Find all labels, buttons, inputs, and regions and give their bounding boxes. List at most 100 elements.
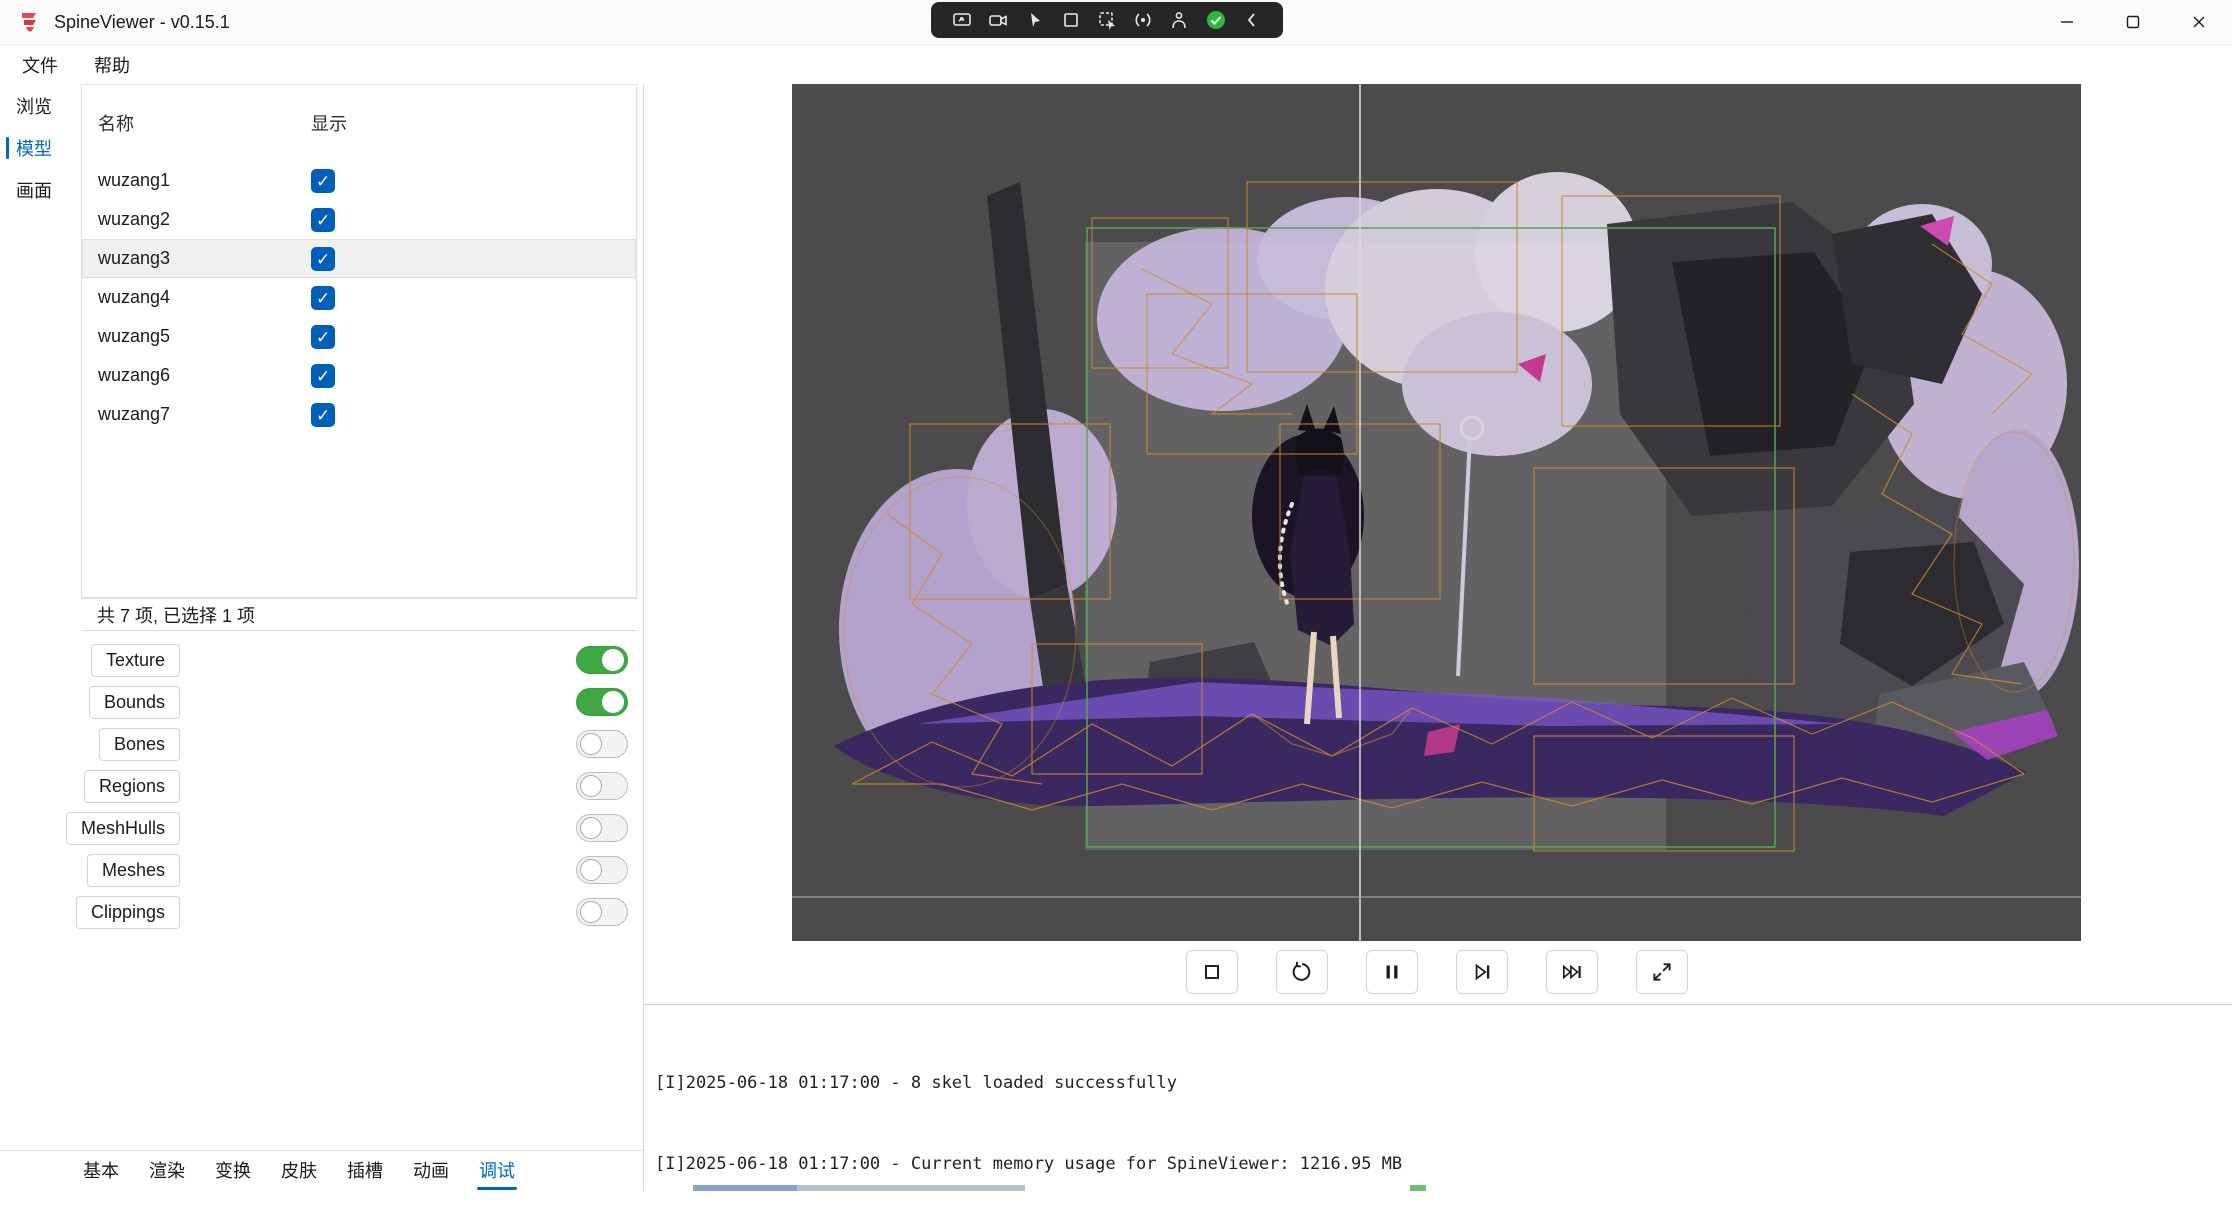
- toggle-label-bounds: Bounds: [89, 686, 180, 719]
- toggle-label-regions: Regions: [84, 770, 180, 803]
- texture-toggle[interactable]: [576, 646, 628, 674]
- visibility-checkbox[interactable]: [311, 364, 335, 388]
- column-header-name: 名称: [82, 110, 311, 136]
- meshhulls-toggle[interactable]: [576, 814, 628, 842]
- table-row[interactable]: wuzang6: [82, 356, 636, 395]
- side-nav: 浏览 模型 画面: [0, 85, 68, 211]
- visibility-checkbox[interactable]: [311, 325, 335, 349]
- toggle-label-bones: Bones: [99, 728, 180, 761]
- menu-help[interactable]: 帮助: [80, 46, 144, 84]
- table-row[interactable]: wuzang5: [82, 317, 636, 356]
- tab-transform[interactable]: 变换: [200, 1151, 266, 1192]
- cursor-icon[interactable]: [1022, 7, 1048, 33]
- accessibility-icon[interactable]: [1166, 7, 1192, 33]
- minimize-button[interactable]: [2034, 0, 2100, 44]
- toggle-row: MeshHulls: [0, 807, 643, 849]
- model-list-panel: 名称 显示 wuzang1 wuzang2 wuzang3 wuzang4 wu…: [81, 84, 637, 598]
- nav-item-screen[interactable]: 画面: [0, 169, 68, 211]
- clippings-toggle[interactable]: [576, 898, 628, 926]
- spine-render: [792, 84, 2081, 941]
- model-name: wuzang1: [82, 170, 311, 191]
- nav-item-label: 模型: [16, 135, 52, 161]
- tab-animation[interactable]: 动画: [398, 1151, 464, 1192]
- bones-toggle[interactable]: [576, 730, 628, 758]
- model-name: wuzang4: [82, 287, 311, 308]
- taskbar-peek: [797, 1185, 1025, 1191]
- visibility-checkbox[interactable]: [311, 286, 335, 310]
- preview-canvas[interactable]: [792, 84, 2081, 941]
- table-row[interactable]: wuzang4: [82, 278, 636, 317]
- visibility-checkbox[interactable]: [311, 403, 335, 427]
- tab-skin[interactable]: 皮肤: [266, 1151, 332, 1192]
- chevron-left-icon[interactable]: [1239, 7, 1265, 33]
- click-indicator-icon[interactable]: [1130, 7, 1156, 33]
- toggle-row: Bones: [0, 723, 643, 765]
- tab-slot[interactable]: 插槽: [332, 1151, 398, 1192]
- frame-icon[interactable]: [1058, 7, 1084, 33]
- selection-status: 共 7 项, 已选择 1 项: [81, 598, 637, 631]
- property-tabbar: 基本 渲染 变换 皮肤 插槽 动画 调试: [0, 1150, 643, 1191]
- log-divider: [644, 1004, 2232, 1005]
- capture-toolbar[interactable]: [931, 2, 1283, 38]
- column-header-visible: 显示: [311, 110, 347, 136]
- toggle-row: Texture: [0, 639, 643, 681]
- maximize-button[interactable]: [2100, 0, 2166, 44]
- toggle-label-clippings: Clippings: [76, 896, 180, 929]
- table-row[interactable]: wuzang3: [82, 239, 636, 278]
- fullscreen-button[interactable]: [1636, 950, 1688, 994]
- model-list-header: 名称 显示: [82, 85, 636, 161]
- pause-icon: [1380, 960, 1404, 984]
- log-line: [I]2025-06-18 01:17:00 - Current memory …: [655, 1151, 2215, 1178]
- reset-button[interactable]: [1276, 950, 1328, 994]
- toggle-row: Regions: [0, 765, 643, 807]
- model-name: wuzang7: [82, 404, 311, 425]
- tab-basic[interactable]: 基本: [68, 1151, 134, 1192]
- table-row[interactable]: wuzang2: [82, 200, 636, 239]
- app-logo-icon: [18, 10, 42, 34]
- meshes-toggle[interactable]: [576, 856, 628, 884]
- model-name: wuzang6: [82, 365, 311, 386]
- pause-button[interactable]: [1366, 950, 1418, 994]
- tab-debug[interactable]: 调试: [464, 1151, 530, 1192]
- toggle-label-texture: Texture: [91, 644, 180, 677]
- model-name: wuzang5: [82, 326, 311, 347]
- window-title: SpineViewer - v0.15.1: [54, 12, 230, 33]
- skip-forward-button[interactable]: [1546, 950, 1598, 994]
- toggle-label-meshhulls: MeshHulls: [66, 812, 180, 845]
- debug-toggle-panel: Texture Bounds Bones Regions MeshHulls M…: [0, 639, 643, 933]
- nav-item-label: 画面: [16, 177, 52, 203]
- stop-button[interactable]: [1186, 950, 1238, 994]
- log-line: [I]2025-06-18 01:17:00 - 8 skel loaded s…: [655, 1070, 2215, 1097]
- log-output: [I]2025-06-18 01:17:00 - 8 skel loaded s…: [655, 1016, 2215, 1205]
- toggle-row: Clippings: [0, 891, 643, 933]
- model-name: wuzang2: [82, 209, 311, 230]
- step-forward-icon: [1470, 960, 1494, 984]
- tab-render[interactable]: 渲染: [134, 1151, 200, 1192]
- toggle-label-meshes: Meshes: [87, 854, 180, 887]
- regions-toggle[interactable]: [576, 772, 628, 800]
- status-check-icon[interactable]: [1203, 7, 1229, 33]
- nav-item-label: 浏览: [16, 93, 52, 119]
- video-camera-icon[interactable]: [985, 7, 1011, 33]
- close-button[interactable]: [2166, 0, 2232, 44]
- toggle-row: Meshes: [0, 849, 643, 891]
- stop-square-icon: [1200, 960, 1224, 984]
- table-row[interactable]: wuzang7: [82, 395, 636, 434]
- visibility-checkbox[interactable]: [311, 208, 335, 232]
- step-forward-button[interactable]: [1456, 950, 1508, 994]
- nav-item-browse[interactable]: 浏览: [0, 85, 68, 127]
- title-bar: SpineViewer - v0.15.1: [0, 0, 2232, 45]
- model-name: wuzang3: [82, 248, 311, 269]
- panel-divider: [643, 85, 644, 1191]
- region-select-icon[interactable]: [1094, 7, 1120, 33]
- nav-item-model[interactable]: 模型: [0, 127, 68, 169]
- screen-share-icon[interactable]: [949, 7, 975, 33]
- table-row[interactable]: wuzang1: [82, 161, 636, 200]
- menu-file[interactable]: 文件: [8, 46, 72, 84]
- visibility-checkbox[interactable]: [311, 247, 335, 271]
- visibility-checkbox[interactable]: [311, 169, 335, 193]
- bounds-toggle[interactable]: [576, 688, 628, 716]
- taskbar-peek: [1410, 1185, 1426, 1191]
- skip-forward-icon: [1560, 960, 1584, 984]
- toggle-row: Bounds: [0, 681, 643, 723]
